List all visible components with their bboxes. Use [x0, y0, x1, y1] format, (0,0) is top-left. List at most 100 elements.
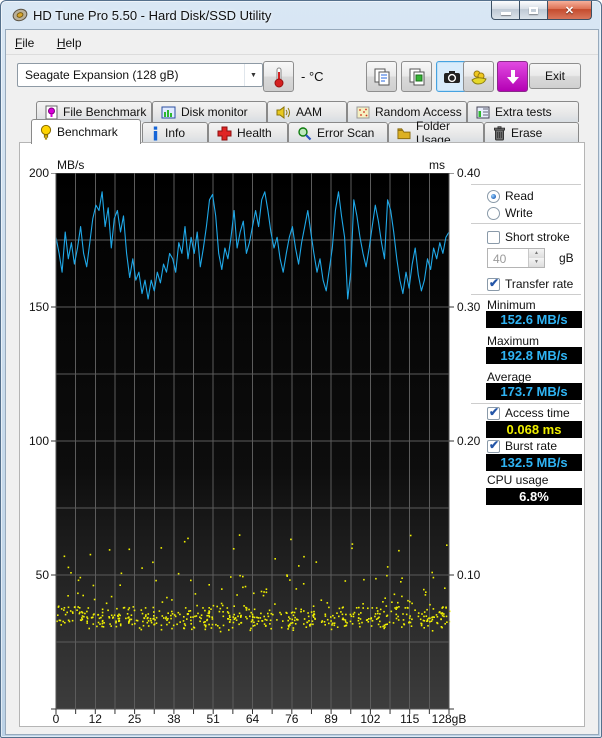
axis-tick-label: 0.10	[457, 568, 481, 582]
tab-label: Erase	[511, 126, 543, 140]
checkbox-checked-icon: ✔	[487, 275, 500, 291]
axis-tick-label: 0	[52, 712, 60, 726]
tab-label: Extra tests	[495, 105, 552, 119]
access-time-label: Access time	[505, 406, 570, 420]
axis-tick-label: 50	[35, 568, 49, 582]
short-stroke-label: Short stroke	[505, 230, 570, 244]
axis-tick-label: 100	[28, 434, 49, 448]
menu-help[interactable]: Help	[48, 32, 91, 53]
tab-label: Error Scan	[317, 126, 375, 140]
short-stroke-checkbox[interactable]: Short stroke	[487, 230, 570, 244]
speaker-icon	[276, 105, 290, 119]
menubar: File Help	[6, 32, 598, 55]
axis-tick-label: 25	[127, 712, 142, 726]
drive-select[interactable]: Seagate Expansion (128 gB) ▼	[17, 63, 263, 87]
axis-tick-label: 51	[206, 712, 220, 726]
checkbox-unchecked-icon	[487, 230, 500, 244]
maximize-button[interactable]	[520, 1, 547, 20]
copy-text-icon	[374, 68, 389, 85]
access-time-checkbox[interactable]: ✔ Access time	[487, 405, 570, 420]
close-button[interactable]: ✕	[547, 1, 592, 20]
tab-extra-tests[interactable]: Extra tests	[467, 101, 579, 122]
tab-label: Info	[165, 126, 186, 140]
download-arrow-icon	[506, 69, 519, 84]
capacity-unit-label: gB	[559, 251, 574, 265]
axis-tick-label: 128gB	[431, 712, 467, 726]
tab-erase[interactable]: Erase	[484, 122, 579, 143]
drive-select-value: Seagate Expansion (128 gB)	[25, 68, 179, 82]
checkbox-checked-icon: ✔	[487, 437, 500, 453]
axis-tick-label: 0.40	[457, 166, 481, 180]
titlebar[interactable]: HD Tune Pro 5.50 - Hard Disk/SSD Utility…	[1, 1, 601, 29]
health-cross-icon	[217, 126, 232, 140]
axis-tick-label: 64	[245, 712, 260, 726]
axis-tick-label: 115	[400, 712, 420, 726]
axis-tick-label: 150	[28, 300, 49, 314]
read-label: Read	[505, 189, 534, 203]
average-label: Average	[487, 370, 532, 384]
maximum-value: 192.8 MB/s	[486, 347, 582, 364]
cpu-usage-label: CPU usage	[487, 473, 549, 487]
file-benchmark-icon	[45, 105, 58, 119]
magnifier-icon	[298, 126, 312, 140]
random-access-icon	[356, 106, 370, 118]
thermometer-icon	[274, 67, 283, 87]
app-window: HD Tune Pro 5.50 - Hard Disk/SSD Utility…	[0, 0, 602, 738]
menu-file[interactable]: File	[6, 32, 43, 53]
tab-aam[interactable]: AAM	[267, 101, 347, 122]
radio-selected-icon	[487, 189, 500, 203]
temperature-button[interactable]	[263, 61, 294, 92]
y-left-axis-title: MB/s	[57, 158, 85, 172]
tab-benchmark[interactable]: Benchmark	[31, 119, 141, 144]
write-radio[interactable]: Write	[487, 206, 533, 220]
info-icon	[153, 126, 158, 140]
hd-tune-app-icon	[12, 8, 28, 22]
transfer-rate-label: Transfer rate	[505, 277, 574, 291]
burst-rate-value: 132.5 MB/s	[486, 454, 582, 471]
extra-tests-icon	[476, 106, 490, 118]
separator	[471, 223, 581, 225]
burst-rate-label: Burst rate	[505, 439, 558, 453]
copy-image-button[interactable]	[401, 61, 432, 92]
spinner-up-icon[interactable]: ▲	[529, 249, 544, 258]
tab-health[interactable]: Health	[208, 122, 288, 143]
tab-error-scan[interactable]: Error Scan	[288, 122, 388, 143]
exit-button[interactable]: Exit	[529, 63, 581, 89]
separator	[471, 403, 581, 405]
tab-label: Benchmark	[57, 125, 118, 139]
minimize-button[interactable]	[491, 1, 520, 20]
capacity-stepper[interactable]: 40 ▲ ▼	[487, 248, 545, 268]
trash-icon	[494, 125, 505, 140]
tab-info[interactable]: Info	[142, 122, 208, 143]
tab-disk-monitor[interactable]: Disk monitor	[152, 101, 267, 122]
chevron-down-icon: ▼	[244, 64, 262, 86]
maximum-label: Maximum	[487, 334, 540, 348]
close-icon: ✕	[564, 4, 575, 17]
write-label: Write	[505, 206, 533, 220]
tab-label: AAM	[296, 105, 323, 119]
camera-icon	[443, 70, 460, 83]
transfer-rate-checkbox[interactable]: ✔ Transfer rate	[487, 275, 574, 291]
folder-icon	[397, 127, 411, 139]
axis-tick-label: 102	[360, 712, 381, 726]
update-button[interactable]	[497, 61, 528, 92]
donate-button[interactable]	[463, 61, 494, 92]
cpu-usage-value: 6.8%	[486, 488, 582, 505]
separator	[471, 294, 581, 296]
axis-tick-label: 38	[167, 712, 181, 726]
minimum-label: Minimum	[487, 298, 536, 312]
window-title: HD Tune Pro 5.50 - Hard Disk/SSD Utility	[33, 8, 272, 23]
exit-label: Exit	[544, 69, 565, 83]
maximize-icon	[529, 6, 538, 14]
donate-hand-icon	[470, 70, 487, 85]
read-radio[interactable]: Read	[487, 189, 534, 203]
burst-rate-checkbox[interactable]: ✔ Burst rate	[487, 437, 558, 453]
disk-monitor-icon	[161, 106, 176, 118]
spinner-down-icon[interactable]: ▼	[529, 258, 544, 267]
copy-text-button[interactable]	[366, 61, 397, 92]
separator	[471, 184, 581, 186]
access-time-value: 0.068 ms	[486, 421, 582, 438]
tab-folder-usage[interactable]: Folder Usage	[388, 119, 484, 147]
axis-tick-label: 76	[285, 712, 299, 726]
axis-tick-label: 200	[28, 166, 49, 180]
